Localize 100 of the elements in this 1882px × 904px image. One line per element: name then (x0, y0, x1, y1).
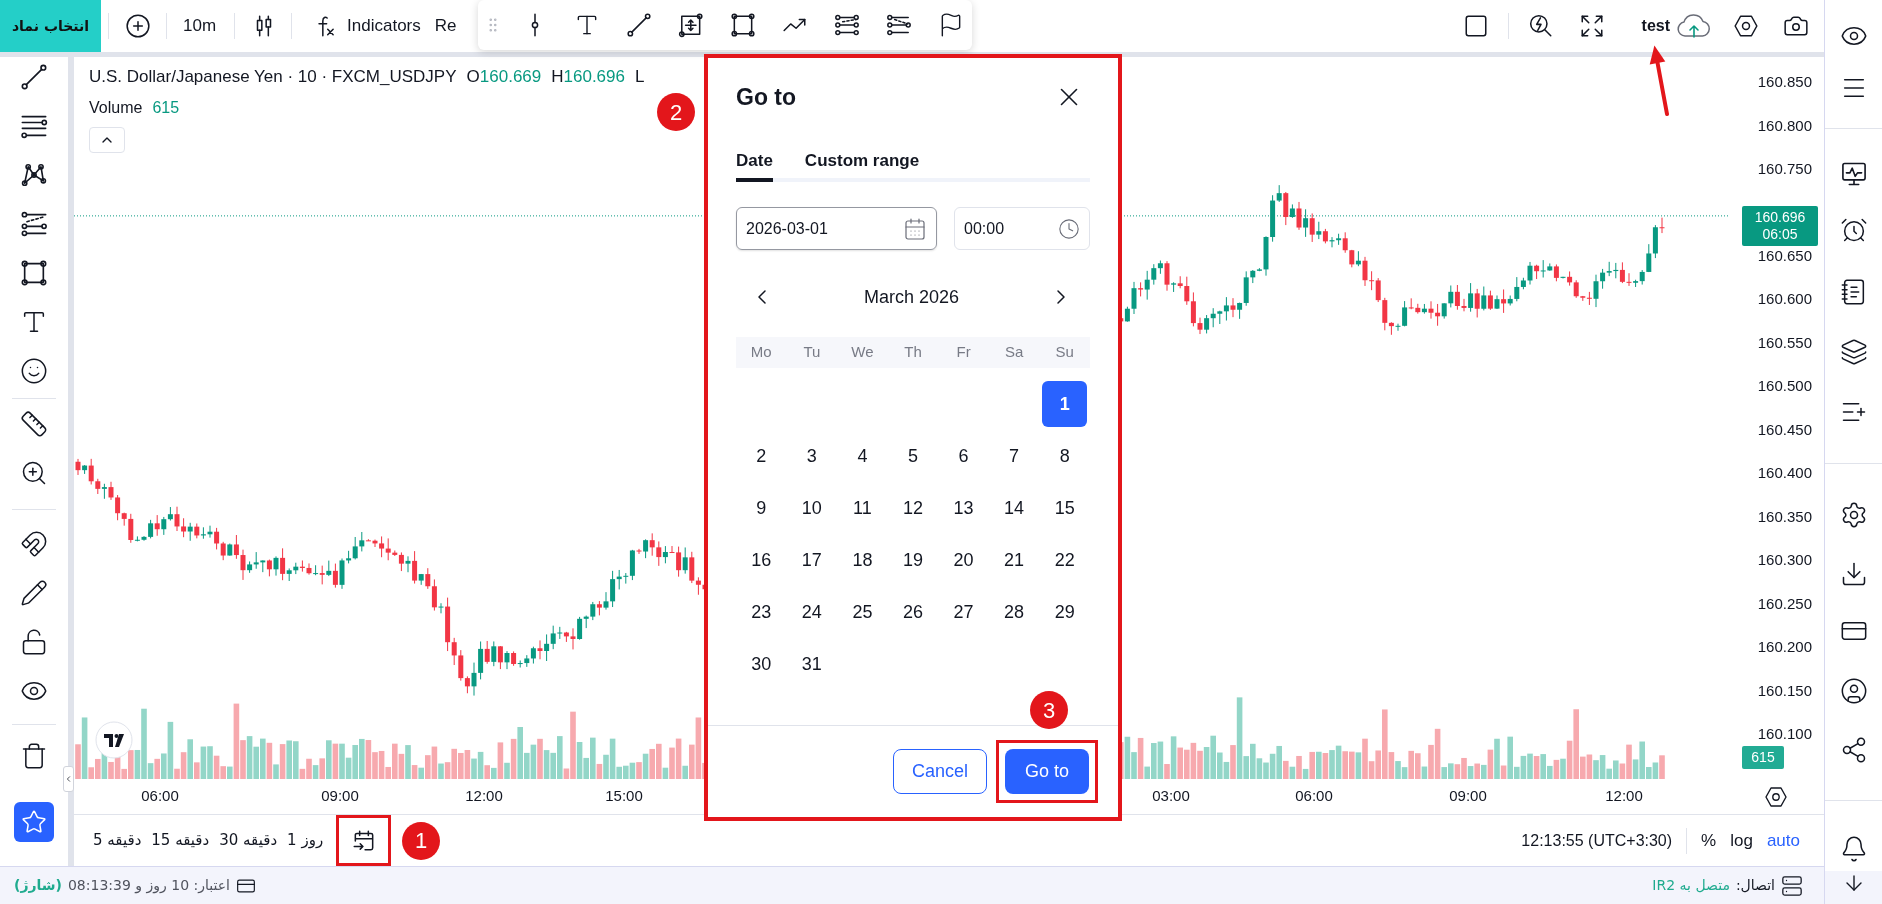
calendar-day[interactable]: 25 (839, 589, 885, 635)
calendar-day[interactable]: 4 (839, 433, 885, 479)
clock-icon[interactable] (1058, 217, 1080, 240)
time-label: 09:00 (1448, 787, 1488, 805)
timezone-clock[interactable]: 12:13:55 (UTC+3:30) (1521, 828, 1673, 853)
price-label: 160.800 (1757, 117, 1812, 135)
pencil-icon[interactable] (20, 579, 48, 607)
cloud-upload-icon[interactable] (1676, 12, 1712, 40)
ruler-icon[interactable] (20, 410, 48, 438)
calendar-day[interactable]: 10 (789, 485, 835, 531)
tab[interactable]: Custom range (804, 144, 920, 182)
monitor-pulse-icon[interactable] (1839, 160, 1868, 188)
calendar-day[interactable]: 1 (1042, 381, 1088, 427)
scale-button[interactable]: log (1730, 824, 1753, 857)
step-badge: 1 (402, 821, 441, 860)
time-label: 03:00 (1151, 787, 1191, 805)
scale-button[interactable]: % (1701, 824, 1717, 857)
calendar-day[interactable]: 31 (789, 641, 835, 687)
connection-label: اتصال: (1735, 876, 1775, 895)
price-label: 160.250 (1757, 595, 1812, 613)
calendar-day[interactable]: 3 (789, 433, 835, 479)
plus-circle-icon[interactable] (125, 13, 151, 39)
calendar-day[interactable]: 22 (1042, 537, 1088, 583)
calendar-day[interactable]: 2 (738, 433, 784, 479)
account-name[interactable]: test (1641, 14, 1670, 38)
calendar-day[interactable]: 7 (991, 433, 1037, 479)
calendar-day[interactable]: 30 (738, 641, 784, 687)
cancel-button[interactable]: Cancel (893, 749, 987, 794)
dashed-levels-icon[interactable] (886, 12, 912, 38)
price-label: 160.300 (1757, 551, 1812, 569)
calendar-day[interactable]: 14 (991, 485, 1037, 531)
date-field[interactable]: 2026-03-01 (736, 207, 937, 250)
calendar-day[interactable]: 5 (890, 433, 936, 479)
scale-button[interactable]: auto (1766, 824, 1800, 857)
calendar-day[interactable]: 15 (1042, 485, 1088, 531)
search-bolt-icon[interactable] (1527, 13, 1554, 39)
alarm-clock-icon[interactable] (1839, 216, 1868, 244)
calendar-day[interactable]: 20 (941, 537, 987, 583)
trend-line-icon[interactable] (626, 12, 652, 38)
calendar-day[interactable]: 11 (839, 485, 885, 531)
dialog-title: Go to (736, 82, 797, 112)
interval-button[interactable]: 15 دقیقه (146, 824, 215, 857)
interval-button[interactable]: 30 دقیقه (214, 824, 283, 857)
smiley-icon[interactable] (20, 357, 48, 385)
hex-nut-icon[interactable] (1733, 13, 1759, 39)
interval-button[interactable]: 10m (177, 8, 223, 44)
connection-status: متصل به IR2 (1652, 876, 1730, 895)
fullscreen-icon[interactable] (1578, 13, 1605, 39)
square-icon[interactable] (1462, 13, 1489, 39)
price-label: 160.600 (1757, 290, 1812, 308)
calendar-day[interactable]: 26 (890, 589, 936, 635)
calendar-day[interactable]: 6 (941, 433, 987, 479)
hex-nut-icon[interactable] (1764, 784, 1788, 809)
calendar-day[interactable]: 17 (789, 537, 835, 583)
levels-icon[interactable] (834, 12, 860, 38)
calendar-day[interactable]: 9 (738, 485, 784, 531)
rectangle-icon[interactable] (20, 259, 48, 287)
calendar-icon[interactable] (903, 216, 927, 241)
fib-levels-icon[interactable] (20, 210, 48, 238)
interval-button[interactable]: 1 روز (282, 824, 329, 857)
magnet-icon[interactable] (20, 530, 48, 558)
calendar-day[interactable]: 21 (991, 537, 1037, 583)
weekday-label: We (850, 342, 875, 363)
calendar-day[interactable]: 12 (890, 485, 936, 531)
trash-icon[interactable] (20, 742, 48, 770)
symbol-search-button[interactable]: انتخاب نماد (0, 0, 101, 52)
calendar-day[interactable]: 18 (839, 537, 885, 583)
zoom-in-icon[interactable] (20, 459, 48, 487)
price-label: 160.850 (1757, 73, 1812, 91)
open-padlock-icon[interactable] (20, 628, 48, 656)
calendar-day[interactable]: 19 (890, 537, 936, 583)
calendar-day[interactable]: 13 (941, 485, 987, 531)
trend-line-icon[interactable] (20, 63, 48, 91)
move-box-icon[interactable] (678, 12, 704, 38)
pattern-icon[interactable] (20, 161, 48, 189)
month-label: March 2026 (863, 285, 960, 309)
calendar-day[interactable]: 8 (1042, 433, 1088, 479)
indicators-button[interactable]: Indicators (312, 8, 421, 44)
interval-button[interactable]: 5 دقیقه (88, 824, 147, 857)
calendar-day[interactable]: 24 (789, 589, 835, 635)
price-label: 160.650 (1757, 247, 1812, 265)
calendar-day[interactable]: 28 (991, 589, 1037, 635)
go-to-button[interactable]: Go to (1005, 749, 1089, 794)
tab[interactable]: Date (736, 144, 773, 182)
collapse-handle-icon[interactable] (63, 766, 74, 792)
bar-countdown: 06:05 (1762, 226, 1798, 243)
collapse-button[interactable] (89, 127, 125, 153)
user-icon[interactable] (1839, 677, 1868, 705)
rectangle-icon[interactable] (730, 12, 756, 38)
layers-icon[interactable] (1839, 338, 1868, 366)
calendar-day[interactable]: 29 (1042, 589, 1088, 635)
volume-value: 615 (152, 98, 180, 118)
weekday-label: Fr (955, 342, 972, 363)
chart-logo-icon[interactable] (95, 721, 133, 759)
calendar-day[interactable]: 27 (941, 589, 987, 635)
calendar-day[interactable]: 23 (738, 589, 784, 635)
toolbar-button[interactable]: Re (434, 8, 457, 44)
calendar-day[interactable]: 16 (738, 537, 784, 583)
weekday-label: Su (1054, 342, 1075, 363)
time-field[interactable]: 00:00 (954, 207, 1090, 250)
